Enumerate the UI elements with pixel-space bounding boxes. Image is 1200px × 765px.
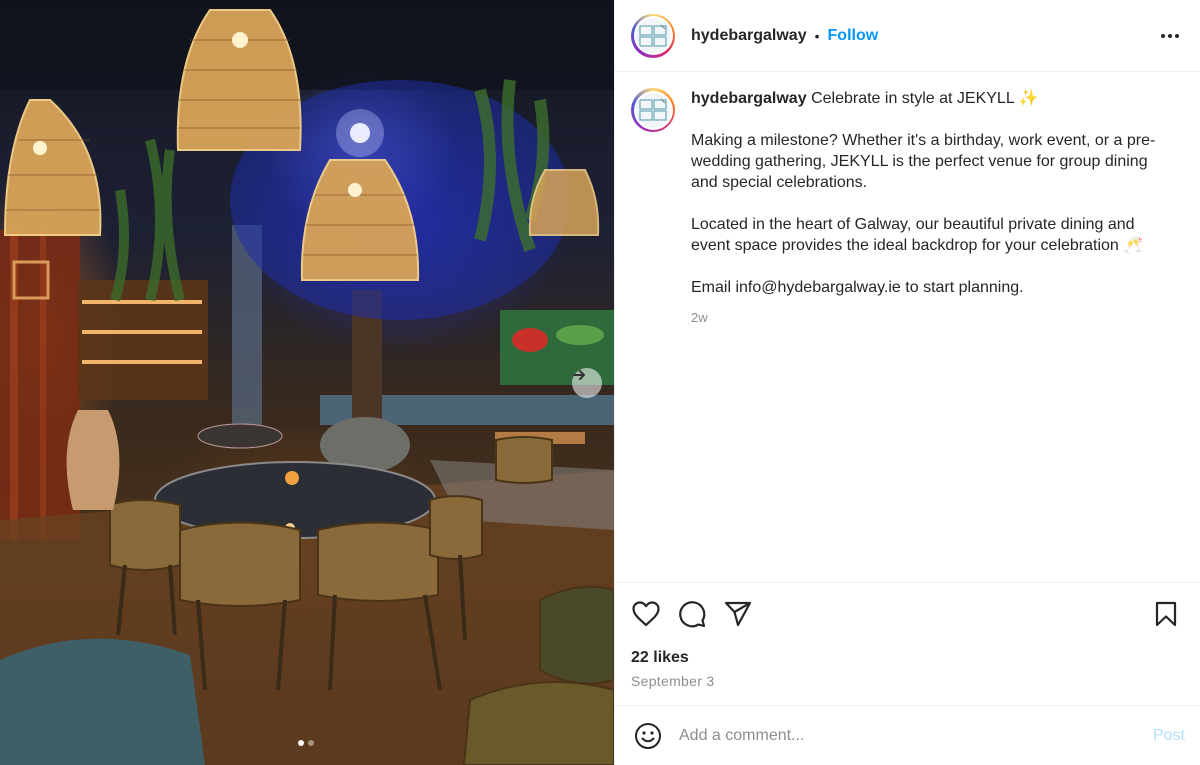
caption-headline-line: hydebargalway Celebrate in style at JEKY… xyxy=(691,88,1169,109)
like-button[interactable] xyxy=(631,599,661,629)
caption-area: hydebargalway Celebrate in style at JEKY… xyxy=(615,72,1200,582)
avatar[interactable] xyxy=(631,13,675,58)
more-options-button[interactable] xyxy=(1156,22,1184,50)
caption-headline: Celebrate in style at JEKYLL xyxy=(811,90,1015,107)
bookmark-icon xyxy=(1155,601,1177,627)
post-comment-button[interactable]: Post xyxy=(1153,727,1185,745)
save-button[interactable] xyxy=(1151,599,1181,629)
caption-paragraph-2-line: Located in the heart of Galway, our beau… xyxy=(691,214,1169,256)
header-username-link[interactable]: hydebargalway xyxy=(691,27,807,45)
caption-avatar[interactable] xyxy=(631,88,675,132)
emoji-picker-button[interactable] xyxy=(633,721,663,751)
carousel-next-button[interactable] xyxy=(572,368,602,398)
follow-button[interactable]: Follow xyxy=(828,27,879,45)
comment-icon xyxy=(679,601,706,628)
brand-logo-icon xyxy=(639,98,667,121)
caption-time-ago[interactable]: 2w xyxy=(691,307,1169,328)
chevron-right-icon xyxy=(573,370,585,380)
post-actions: 22 likes September 3 xyxy=(615,582,1200,689)
likes-count[interactable]: 22 likes xyxy=(631,649,1185,667)
caption-paragraph-3: Email info@hydebargalway.ie to start pla… xyxy=(691,279,1024,296)
carousel-dot-active xyxy=(298,740,304,746)
clinking-glasses-emoji: 🥂 xyxy=(1123,237,1144,254)
header-separator: • xyxy=(814,27,820,44)
carousel-indicator xyxy=(298,740,314,746)
share-button[interactable] xyxy=(723,599,753,629)
restaurant-interior-illustration xyxy=(0,0,614,765)
caption-paragraph-1: Making a milestone? Whether it's a birth… xyxy=(691,132,1156,191)
comment-button[interactable] xyxy=(677,599,707,629)
more-horizontal-icon xyxy=(1161,33,1179,38)
carousel-dot xyxy=(308,740,314,746)
comment-bar: Post xyxy=(615,705,1200,765)
heart-icon xyxy=(632,601,660,627)
smiley-icon xyxy=(635,722,661,749)
paper-plane-icon xyxy=(724,601,752,627)
brand-logo-icon xyxy=(639,24,667,47)
action-bar xyxy=(631,599,1185,629)
post-detail-panel: hydebargalway • Follow hydebargalway Cel… xyxy=(614,0,1200,765)
comment-input[interactable] xyxy=(679,726,1119,745)
sparkles-emoji: ✨ xyxy=(1018,90,1039,107)
caption-text: hydebargalway Celebrate in style at JEKY… xyxy=(691,88,1169,582)
post-date: September 3 xyxy=(631,673,715,689)
caption-username-link[interactable]: hydebargalway xyxy=(691,90,807,107)
post-photo[interactable] xyxy=(0,0,614,765)
caption-paragraph-2: Located in the heart of Galway, our beau… xyxy=(691,216,1135,254)
post-header: hydebargalway • Follow xyxy=(615,0,1200,72)
